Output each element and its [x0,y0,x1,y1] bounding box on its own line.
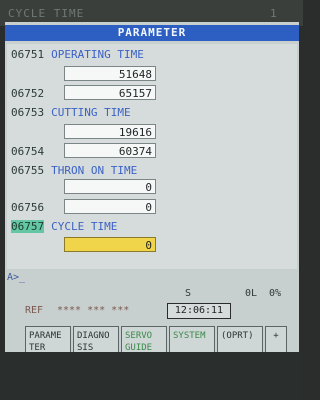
param-number: 06756 [11,201,45,214]
param-value-field[interactable]: 19616 [64,124,156,139]
param-row[interactable]: 06753 CUTTING TIME [11,106,131,119]
mode-stars: **** *** *** [57,305,130,316]
mode-label: REF [25,305,44,316]
param-row[interactable]: 06757 CYCLE TIME [11,220,117,233]
status-left-value: 0L [245,288,258,299]
param-row[interactable]: 06756 [11,201,44,214]
monitor-bottom-bezel [0,352,303,400]
param-row[interactable]: 06754 [11,145,44,158]
param-value-field[interactable]: 60374 [64,143,156,158]
param-row[interactable]: 06755 THRON ON TIME [11,164,137,177]
param-number: 06752 [11,87,45,100]
param-value-field[interactable]: 0 [64,179,156,194]
mode-bar: REF **** *** *** 12:06:11 [7,303,297,320]
param-number-selected: 06757 [11,220,45,233]
clock: 12:06:11 [167,303,231,319]
status-row: S 0L 0% [7,288,297,302]
parameter-panel: 06751 OPERATING TIME 51648 06752 65157 06… [7,44,297,269]
param-name: OPERATING TIME [51,48,144,61]
param-number: 06755 [11,164,45,177]
param-number: 06753 [11,106,45,119]
param-name: CUTTING TIME [51,106,131,119]
param-value-field[interactable]: 65157 [64,85,156,100]
param-row[interactable]: 06752 [11,87,44,100]
bezel-text-right: 1 [270,7,278,20]
param-value-field[interactable]: 0 [64,199,156,214]
param-number: 06751 [11,48,45,61]
param-row[interactable]: 06751 OPERATING TIME [11,48,144,61]
input-prompt[interactable]: A>_ [7,272,297,286]
status-s: S [185,288,192,299]
param-value-field-active[interactable]: 0 [64,237,156,252]
param-value-field[interactable]: 51648 [64,66,156,81]
cnc-screen: PARAMETER 06751 OPERATING TIME 51648 0675… [5,22,299,362]
param-number: 06754 [11,145,45,158]
status-right-value: 0% [269,288,282,299]
bezel-text-left: CYCLE TIME [8,7,85,20]
page-title: PARAMETER [5,25,299,41]
param-name: THRON ON TIME [51,164,138,177]
param-name: CYCLE TIME [51,220,118,233]
